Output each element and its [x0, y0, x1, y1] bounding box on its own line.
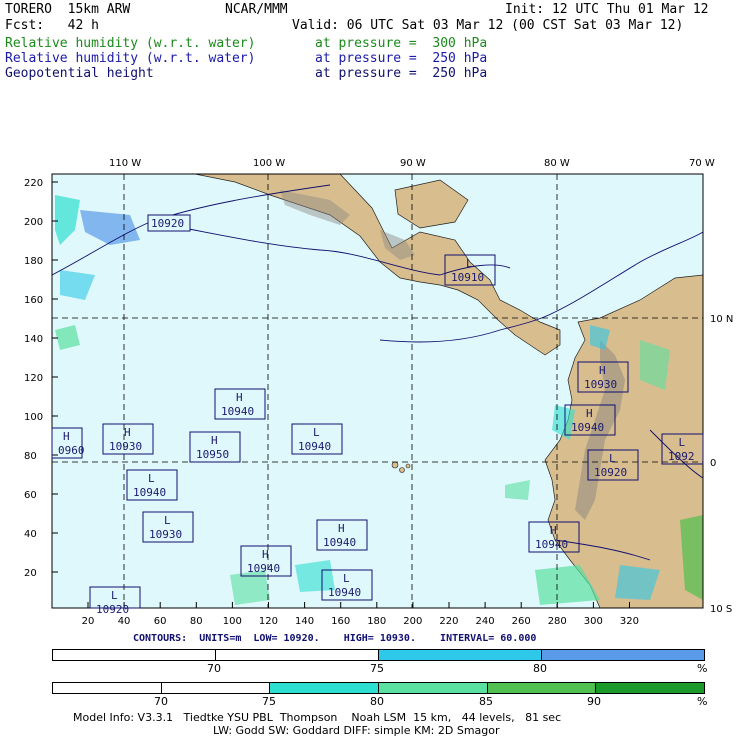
cbar250-label-75: 75: [370, 662, 384, 675]
x-tick-label: 60: [154, 616, 167, 627]
x-tick-label: 180: [367, 616, 386, 627]
x-tick-label: 120: [259, 616, 278, 627]
cbar300-label-85: 85: [479, 695, 493, 708]
center-value: 10940: [535, 538, 568, 551]
x-tick-label: 240: [476, 616, 495, 627]
x-tick-label: 100: [223, 616, 242, 627]
x-tick-label: 260: [512, 616, 531, 627]
center-type: H: [586, 407, 593, 420]
colorbar-300-seg-0: [53, 683, 162, 693]
center-value: 10940: [328, 586, 361, 599]
y-tick-label: 20: [24, 568, 37, 579]
center-type: L: [164, 514, 171, 527]
x-tick-label: 20: [82, 616, 95, 627]
center-value: 10930: [584, 378, 617, 391]
center-type: H: [63, 430, 70, 443]
y-tick-label: 220: [24, 178, 43, 189]
lat-label-10n: 10 N: [710, 314, 733, 325]
colorbar-300-seg-2: [270, 683, 380, 693]
x-tick-label: 140: [295, 616, 314, 627]
y-tick-label: 160: [24, 295, 43, 306]
lon-label-80w: 80 W: [544, 158, 570, 169]
x-tick-label: 320: [620, 616, 639, 627]
center-value: 10930: [149, 528, 182, 541]
center-value: 10940: [221, 405, 254, 418]
cbar250-label-pct: %: [697, 662, 708, 675]
cbar300-label-pct: %: [697, 695, 708, 708]
center-type: H: [262, 548, 269, 561]
center-type: H: [124, 426, 131, 439]
center-value: 10940: [323, 536, 356, 549]
cbar250-label-70: 70: [207, 662, 221, 675]
colorbar-250-seg-1: [216, 650, 379, 660]
cbar300-label-70: 70: [154, 695, 168, 708]
colorbar-250-seg-0: [53, 650, 216, 660]
contour-label-box: 10920: [147, 214, 191, 232]
x-tick-label: 40: [118, 616, 131, 627]
center-type: H: [338, 522, 345, 535]
x-tick-label: 80: [190, 616, 203, 627]
center-type: L: [111, 589, 118, 602]
center-value: 10910: [451, 271, 484, 284]
center-value: 0960: [58, 444, 85, 457]
center-value: 10940: [298, 440, 331, 453]
y-tick-label: 200: [24, 217, 43, 228]
y-tick-label: 140: [24, 334, 43, 345]
lon-label-90w: 90 W: [400, 158, 426, 169]
center-type: L: [466, 257, 473, 270]
contours-info: CONTOURS: UNITS=m LOW= 10920. HIGH= 1093…: [133, 633, 537, 644]
physics-info: LW: Godd SW: Goddard DIFF: simple KM: 2D…: [213, 724, 500, 737]
x-tick-label: 220: [439, 616, 458, 627]
y-tick-label: 100: [24, 412, 43, 423]
x-tick-label: 300: [584, 616, 603, 627]
cbar300-label-80: 80: [370, 695, 384, 708]
center-value: 1092: [668, 450, 695, 463]
center-value: 10940: [247, 562, 280, 575]
center-type: L: [609, 452, 616, 465]
center-value: 10930: [109, 440, 142, 453]
model-info: Model Info: V3.3.1 Tiedtke YSU PBL Thomp…: [73, 711, 562, 724]
cbar250-label-80: 80: [533, 662, 547, 675]
x-tick-label: 280: [548, 616, 567, 627]
center-value: 10920: [594, 466, 627, 479]
colorbar-300-seg-4: [487, 683, 597, 693]
center-type: L: [343, 572, 350, 585]
colorbar-250hpa: [52, 649, 705, 661]
center-value: 10950: [196, 448, 229, 461]
x-tick-label: 160: [331, 616, 350, 627]
y-tick-label: 120: [24, 373, 43, 384]
x-tick-label: 200: [403, 616, 422, 627]
center-value: 10940: [133, 486, 166, 499]
center-type: H: [550, 524, 557, 537]
lat-label-10s: 10 S: [710, 604, 732, 615]
y-tick-label: 40: [24, 529, 37, 540]
cbar300-label-75: 75: [262, 695, 276, 708]
center-type: L: [679, 436, 686, 449]
colorbar-300hpa: [52, 682, 705, 694]
map-panel: 220 200 180 160 140 120 100 80 60 40 20 20 40 60 80 10…: [24, 158, 733, 627]
colorbar-250-seg-3: [542, 650, 704, 660]
center-value: 10920: [96, 603, 129, 616]
colorbar-300-seg-3: [379, 683, 488, 693]
lon-label-70w: 70 W: [689, 158, 715, 169]
y-tick-label: 80: [24, 451, 37, 462]
center-type: L: [313, 426, 320, 439]
lon-label-100w: 100 W: [253, 158, 285, 169]
weather-map-page: { "header": { "model": "TORERO 15km ARW"…: [0, 0, 740, 740]
lat-label-0: 0: [710, 458, 716, 469]
colorbar-300-seg-5: [596, 683, 705, 693]
center-value: 10940: [571, 421, 604, 434]
cbar300-label-90: 90: [587, 695, 601, 708]
colorbar-250-seg-2: [379, 650, 542, 660]
y-tick-label: 60: [24, 490, 37, 501]
center-type: L: [148, 472, 155, 485]
center-type: H: [599, 364, 606, 377]
svg-text:10920: 10920: [151, 217, 184, 230]
y-tick-label: 180: [24, 256, 43, 267]
center-type: H: [236, 391, 243, 404]
lon-label-110w: 110 W: [109, 158, 141, 169]
center-type: H: [211, 434, 218, 447]
colorbar-300-seg-1: [161, 683, 271, 693]
